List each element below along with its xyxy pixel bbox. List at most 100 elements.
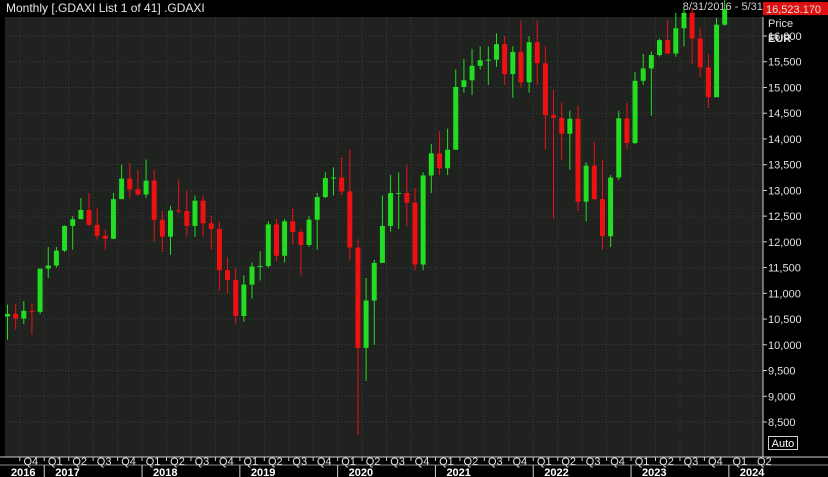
- candle-body: [265, 224, 271, 267]
- candle-body: [241, 284, 247, 316]
- candle-body: [412, 202, 418, 265]
- candle-body: [624, 118, 630, 144]
- candle-body: [184, 210, 190, 226]
- candle-up: [608, 174, 614, 248]
- x-quarter-label: Q4: [512, 456, 527, 468]
- candle-body: [632, 80, 638, 144]
- candle-body: [135, 189, 141, 195]
- candle-body: [306, 219, 312, 245]
- x-axis: Q4 Q1 Q2 Q3 Q4 Q1 Q2 Q3 Q4 Q1 Q2 Q3 Q4 Q1 Q2 Q3 Q4 Q1 Q2 Q3…: [0, 456, 828, 477]
- y-tick-label: 13,000: [768, 185, 802, 197]
- y-tick-label: 14,000: [768, 134, 802, 146]
- candle-body: [436, 153, 442, 169]
- x-year-label: 2019: [251, 467, 275, 477]
- candle-body: [151, 180, 157, 220]
- candle-body: [599, 199, 605, 237]
- candle-body: [21, 310, 27, 319]
- candle-body: [273, 224, 279, 256]
- candle-body: [705, 67, 711, 98]
- candle-up: [632, 72, 638, 145]
- candle-body: [29, 310, 35, 312]
- x-quarter-label: Q4: [317, 456, 332, 468]
- candle-body: [322, 178, 328, 198]
- candle-body: [208, 223, 214, 229]
- y-tick-label: 9,500: [768, 366, 796, 378]
- candle-body: [665, 40, 671, 54]
- candle-body: [233, 279, 239, 316]
- candle-body: [583, 165, 589, 202]
- candle-body: [502, 44, 508, 75]
- candle-up: [420, 172, 426, 271]
- candle-body: [127, 178, 133, 190]
- candle-up: [37, 268, 43, 314]
- y-tick-label: 14,500: [768, 108, 802, 120]
- price-label: Price: [768, 18, 793, 30]
- last-price-value: 16,523.170: [766, 4, 821, 16]
- candle-body: [648, 55, 654, 69]
- candle-body: [469, 65, 475, 81]
- y-tick-label: 12,000: [768, 237, 802, 249]
- candlestick-chart[interactable]: 8,500 9,000 9,500 10,000 10,500 11,000 11,500 1…: [0, 0, 828, 477]
- candle-body: [78, 209, 84, 220]
- candle-body: [102, 235, 108, 239]
- y-tick-label: 13,500: [768, 160, 802, 172]
- candle-body: [216, 229, 222, 271]
- candle-body: [420, 175, 426, 265]
- candle-up: [714, 17, 720, 98]
- x-quarter-label: Q3: [195, 456, 210, 468]
- candle-body: [494, 44, 499, 60]
- candle-body: [510, 51, 516, 75]
- candle-body: [290, 221, 296, 233]
- candle-body: [143, 180, 149, 195]
- x-year-label: 2021: [446, 467, 470, 477]
- candle-body: [428, 153, 434, 176]
- candle-body: [62, 225, 68, 251]
- candle-down: [575, 105, 581, 211]
- candle-body: [534, 42, 540, 64]
- y-tick-label: 9,000: [768, 391, 796, 403]
- candle-body: [518, 51, 524, 83]
- candle-body: [591, 165, 597, 200]
- candle-body: [355, 247, 361, 348]
- candle-body: [168, 210, 173, 237]
- candle-up: [616, 110, 622, 181]
- candle-body: [396, 192, 402, 194]
- x-quarter-label: Q3: [97, 456, 112, 468]
- candle-up: [657, 38, 662, 57]
- x-quarter-label: Q4: [121, 456, 136, 468]
- candle-body: [331, 177, 336, 179]
- candle-body: [689, 12, 695, 39]
- candle-body: [298, 232, 304, 245]
- candle-body: [697, 38, 703, 68]
- candle-body: [616, 118, 622, 178]
- x-quarter-label: Q4: [610, 456, 625, 468]
- x-quarter-label: Q4: [219, 456, 234, 468]
- candle-body: [339, 177, 345, 192]
- y-tick-label: 10,500: [768, 314, 802, 326]
- candle-body: [225, 270, 231, 280]
- candle-body: [257, 266, 263, 268]
- candle-body: [681, 12, 687, 29]
- candle-body: [363, 300, 369, 348]
- x-quarter-label: Q3: [292, 456, 307, 468]
- y-tick-label: 11,000: [768, 288, 801, 300]
- auto-scale-button[interactable]: Auto: [768, 436, 798, 450]
- candle-body: [347, 191, 353, 248]
- y-tick-label: 15,000: [768, 82, 802, 94]
- candle-body: [192, 200, 198, 226]
- x-quarter-label: Q3: [488, 456, 503, 468]
- y-tick-label: 8,500: [768, 417, 796, 429]
- candle-body: [567, 118, 573, 134]
- candle-up: [62, 225, 68, 253]
- candle-body: [379, 225, 385, 263]
- x-quarter-label: Q4: [415, 456, 430, 468]
- candle-body: [94, 224, 100, 236]
- x-year-label: 2017: [55, 467, 79, 477]
- x-year-label: 2023: [642, 467, 666, 477]
- candle-body: [249, 266, 255, 285]
- y-tick-label: 12,500: [768, 211, 802, 223]
- candle-down: [273, 218, 279, 262]
- x-quarter-label: Q4: [708, 456, 723, 468]
- candle-up: [722, 0, 728, 26]
- y-tick-label: 15,500: [768, 57, 802, 69]
